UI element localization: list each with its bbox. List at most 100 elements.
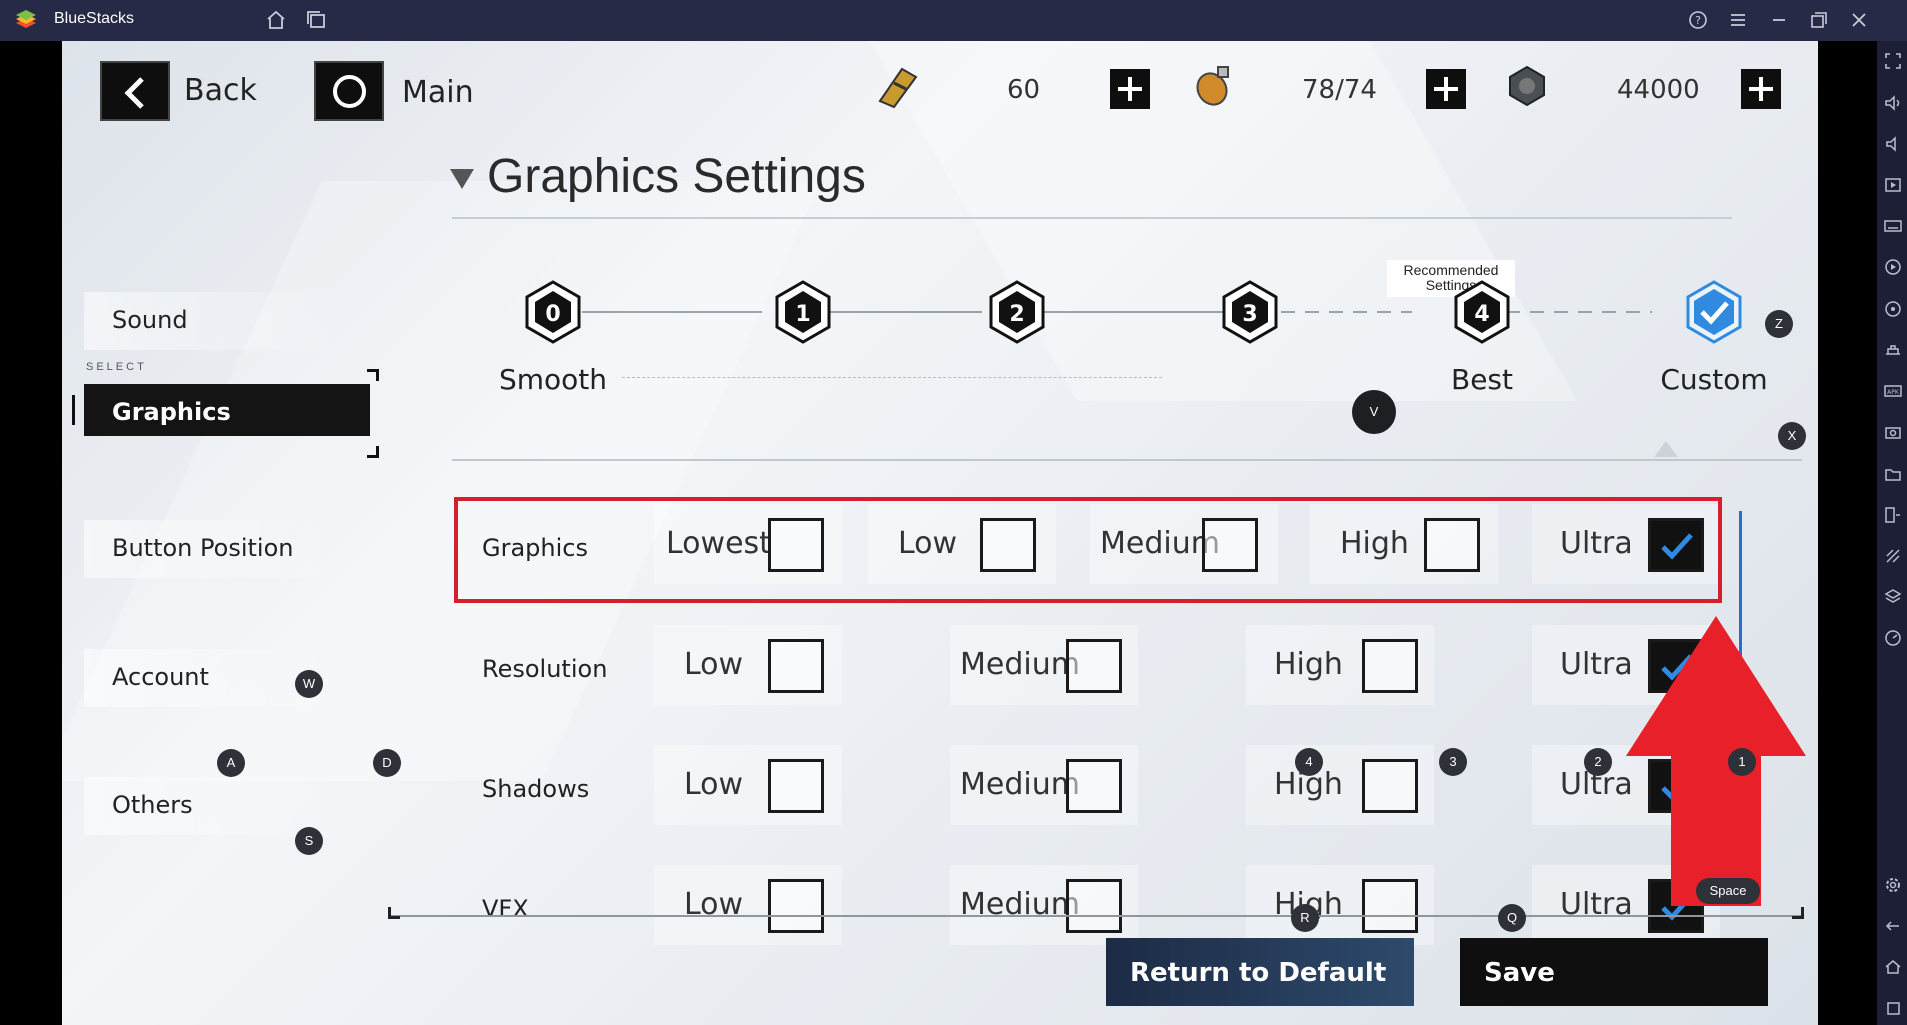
- menu-item-label: Sound: [112, 306, 188, 334]
- resolution-low-checkbox[interactable]: [768, 639, 824, 693]
- row-label-resolution: Resolution: [482, 655, 608, 683]
- fullscreen-icon[interactable]: [1883, 51, 1903, 71]
- button-label: Return to Default: [1130, 958, 1387, 988]
- add-fuel-button[interactable]: [1426, 69, 1466, 109]
- game-controls-icon[interactable]: [1883, 340, 1903, 360]
- resolution-medium-option[interactable]: Medium: [950, 625, 1138, 705]
- resolution-high-option[interactable]: High: [1246, 625, 1434, 705]
- multi-instance-icon[interactable]: [305, 9, 327, 31]
- screenshot-icon[interactable]: [1883, 422, 1903, 442]
- vfx-low-option[interactable]: Low: [654, 865, 842, 945]
- resolution-low-option[interactable]: Low: [654, 625, 842, 705]
- key-hint-d[interactable]: D: [373, 749, 401, 777]
- svg-text:0: 0: [545, 302, 560, 327]
- preset-custom-button[interactable]: [1684, 279, 1744, 345]
- restore-icon[interactable]: [1808, 9, 1830, 31]
- menu-icon[interactable]: [1727, 9, 1749, 31]
- android-home-icon[interactable]: [1883, 957, 1903, 977]
- preset-2-button[interactable]: 2: [987, 279, 1047, 345]
- vfx-low-checkbox[interactable]: [768, 879, 824, 933]
- key-hint-w[interactable]: W: [295, 670, 323, 698]
- minimize-icon[interactable]: [1768, 9, 1790, 31]
- menu-item-others[interactable]: Others: [84, 777, 344, 835]
- back-label[interactable]: Back: [184, 73, 257, 108]
- key-hint-z[interactable]: Z: [1765, 310, 1793, 338]
- home-icon[interactable]: [265, 9, 287, 31]
- key-hint-s[interactable]: S: [295, 827, 323, 855]
- shadows-low-option[interactable]: Low: [654, 745, 842, 825]
- shadows-medium-checkbox[interactable]: [1066, 759, 1122, 813]
- bottom-divider: [390, 915, 1804, 917]
- preset-0-button[interactable]: 0: [523, 279, 583, 345]
- corner-bracket: [388, 907, 400, 919]
- close-icon[interactable]: [1848, 9, 1870, 31]
- vfx-medium-option[interactable]: Medium: [950, 865, 1138, 945]
- key-hint-v[interactable]: V: [1352, 390, 1396, 434]
- fuel-count: 78/74: [1302, 75, 1377, 105]
- key-hint-2[interactable]: 2: [1584, 748, 1612, 776]
- performance-icon[interactable]: [1883, 628, 1903, 648]
- resolution-high-checkbox[interactable]: [1362, 639, 1418, 693]
- ticket-icon: [872, 61, 922, 111]
- help-icon[interactable]: ?: [1687, 9, 1709, 31]
- option-label: Medium: [960, 647, 1080, 682]
- selection-bracket: [367, 446, 379, 458]
- volume-down-icon[interactable]: [1883, 134, 1903, 154]
- eco-mode-icon[interactable]: [1883, 546, 1903, 566]
- media-icon[interactable]: [1883, 175, 1903, 195]
- menu-item-label: Graphics: [112, 398, 231, 426]
- key-hint-a[interactable]: A: [217, 749, 245, 777]
- settings-icon[interactable]: [1883, 875, 1903, 895]
- add-coins-button[interactable]: [1741, 69, 1781, 109]
- main-button[interactable]: [314, 61, 384, 121]
- back-button[interactable]: [100, 61, 170, 121]
- preset-1-button[interactable]: 1: [773, 279, 833, 345]
- svg-text:3: 3: [1242, 302, 1257, 327]
- menu-item-label: Button Position: [112, 534, 294, 562]
- main-label[interactable]: Main: [402, 75, 474, 110]
- title-divider: [452, 217, 1732, 219]
- resolution-medium-checkbox[interactable]: [1066, 639, 1122, 693]
- menu-item-button-position[interactable]: Button Position: [84, 520, 344, 578]
- back-arrow-icon[interactable]: [1883, 916, 1903, 936]
- vfx-medium-checkbox[interactable]: [1066, 879, 1122, 933]
- save-button[interactable]: Save: [1460, 938, 1768, 1006]
- collapse-triangle-icon[interactable]: [450, 169, 474, 189]
- vfx-high-option[interactable]: High: [1246, 865, 1434, 945]
- return-to-default-button[interactable]: Return to Default: [1106, 938, 1414, 1006]
- record-icon[interactable]: [1883, 257, 1903, 277]
- section-title: Graphics Settings: [487, 150, 866, 203]
- option-label: Low: [684, 647, 744, 682]
- coin-icon: [1502, 61, 1552, 111]
- preset-4-button[interactable]: 4: [1452, 279, 1512, 345]
- macro-icon[interactable]: [1883, 299, 1903, 319]
- main-ring-icon: [333, 75, 366, 108]
- shadows-low-checkbox[interactable]: [768, 759, 824, 813]
- key-hint-1[interactable]: 1: [1728, 748, 1756, 776]
- layers-icon[interactable]: [1883, 587, 1903, 607]
- key-hint-4[interactable]: 4: [1295, 748, 1323, 776]
- shadows-high-option[interactable]: High: [1246, 745, 1434, 825]
- add-tickets-button[interactable]: [1110, 69, 1150, 109]
- key-hint-x[interactable]: X: [1778, 422, 1806, 450]
- key-hint-r[interactable]: R: [1291, 904, 1319, 932]
- shadows-high-checkbox[interactable]: [1362, 759, 1418, 813]
- menu-item-graphics[interactable]: Graphics: [84, 384, 370, 436]
- svg-text:4: 4: [1474, 302, 1489, 327]
- keyboard-icon[interactable]: [1883, 216, 1903, 236]
- menu-item-label: Account: [112, 663, 209, 691]
- row-label-vfx: VFX: [482, 895, 529, 923]
- volume-up-icon[interactable]: [1883, 93, 1903, 113]
- menu-item-sound[interactable]: Sound: [84, 292, 344, 350]
- recent-apps-icon[interactable]: [1883, 998, 1903, 1018]
- shadows-medium-option[interactable]: Medium: [950, 745, 1138, 825]
- key-hint-q[interactable]: Q: [1498, 904, 1526, 932]
- multi-instance-sync-icon[interactable]: [1883, 505, 1903, 525]
- preset-3-button[interactable]: 3: [1220, 279, 1280, 345]
- vfx-high-checkbox[interactable]: [1362, 879, 1418, 933]
- key-hint-3[interactable]: 3: [1439, 748, 1467, 776]
- key-hint-space[interactable]: Space: [1696, 878, 1760, 904]
- apk-install-icon[interactable]: APK: [1883, 381, 1903, 401]
- app-title: BlueStacks: [54, 10, 135, 27]
- folder-icon[interactable]: [1883, 464, 1903, 484]
